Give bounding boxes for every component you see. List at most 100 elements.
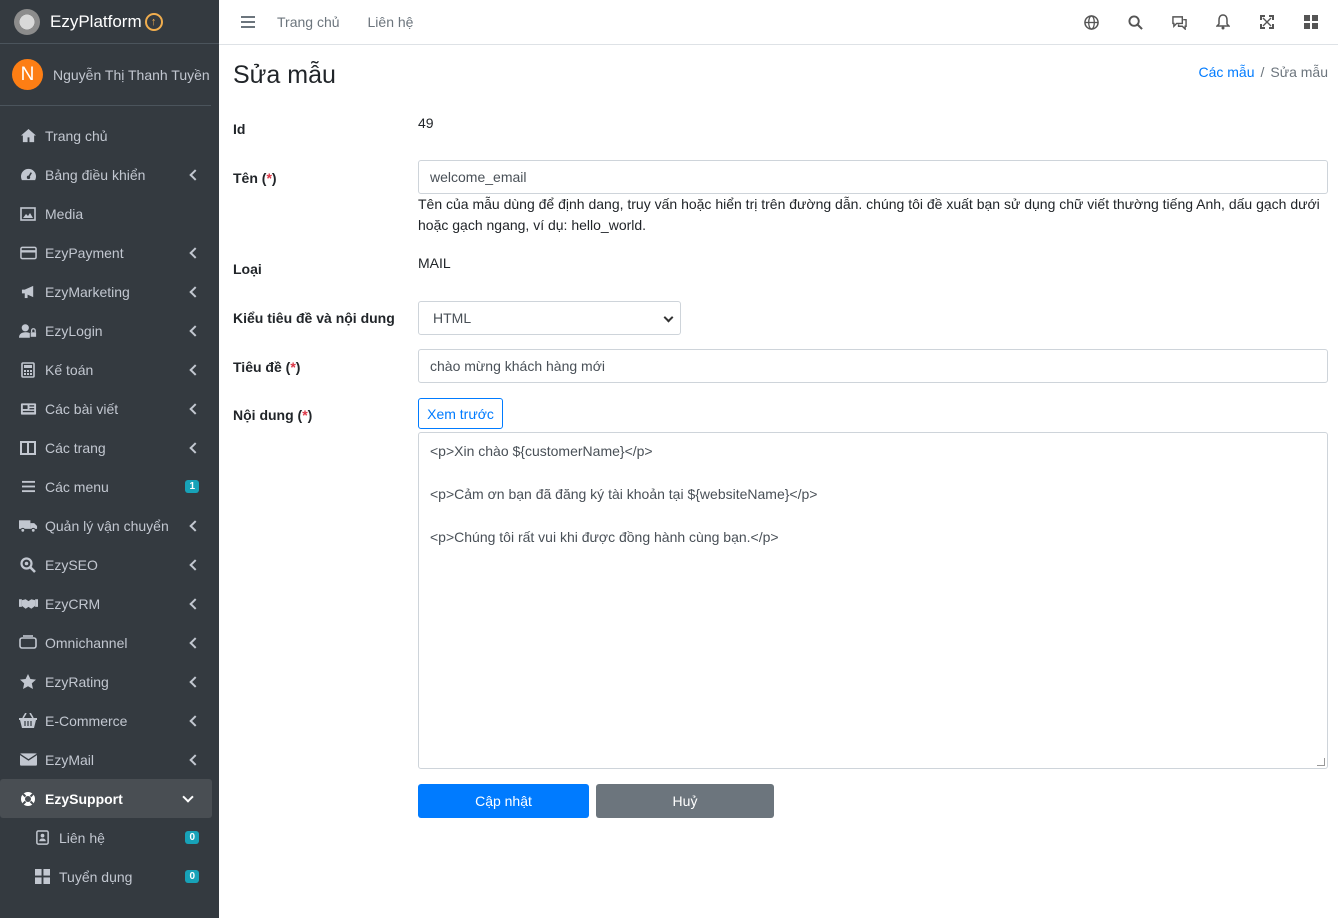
chevron-left-icon — [189, 675, 201, 688]
content-line: <p>Cảm ơn bạn đã đăng ký tài khoản tại $… — [430, 486, 818, 502]
sidebar-item-label: Tuyển dụng — [59, 868, 133, 885]
fullscreen-icon[interactable] — [1258, 13, 1276, 31]
chevron-left-icon — [189, 558, 201, 571]
avatar: N — [12, 59, 43, 90]
brand-logo-icon — [14, 8, 40, 35]
calculator-icon — [18, 361, 38, 379]
user-panel[interactable]: N Nguyễn Thị Thanh Tuyền — [0, 44, 211, 106]
star-icon — [18, 673, 38, 691]
chevron-down-icon — [182, 790, 194, 803]
preview-button[interactable]: Xem trước — [418, 398, 503, 429]
sidebar-item-label: Trang chủ — [45, 127, 108, 144]
sidebar-item-ezypayment[interactable]: EzyPayment — [0, 233, 219, 272]
sidebar-item-tuyen-dung[interactable]: Tuyển dụng 0 — [0, 857, 219, 896]
search-icon[interactable] — [1126, 13, 1144, 31]
sidebar-item-bang-dieu-khien[interactable]: Bảng điều khiển — [0, 155, 219, 194]
user-lock-icon — [18, 322, 38, 340]
format-label: Kiểu tiêu đề và nội dung — [233, 310, 395, 326]
handshake-icon — [18, 595, 38, 613]
count-badge: 1 — [185, 480, 199, 493]
sidebar-item-ezysupport[interactable]: EzySupport — [0, 779, 212, 818]
chevron-left-icon — [189, 714, 201, 727]
content-line: <p>Xin chào ${customerName}</p> — [430, 443, 653, 459]
type-value: MAIL — [418, 255, 451, 271]
menu-toggle-icon[interactable] — [241, 13, 255, 31]
sidebar-item-label: EzyLogin — [45, 322, 103, 339]
sidebar-item-ke-toan[interactable]: Kế toán — [0, 350, 219, 389]
chevron-down-icon — [663, 312, 674, 323]
content-line — [430, 506, 1316, 528]
bell-icon[interactable] — [1214, 13, 1232, 31]
sidebar-item-label: EzySupport — [45, 790, 123, 807]
truck-icon — [18, 517, 38, 535]
main-content: Sửa mẫu Các mẫu / Sửa mẫu Id 49 Tên (*) we… — [219, 45, 1338, 918]
sidebar-item-ezymail[interactable]: EzyMail — [0, 740, 219, 779]
top-link-home[interactable]: Trang chủ — [277, 14, 340, 30]
sidebar-item-label: Media — [45, 205, 84, 222]
sidebar: EzyPlatform ↑ N Nguyễn Thị Thanh Tuyền T… — [0, 0, 219, 918]
sidebar-item-cac-trang[interactable]: Các trang — [0, 428, 219, 467]
sidebar-item-cac-bai-viet[interactable]: Các bài viết — [0, 389, 219, 428]
sidebar-item-ezyrating[interactable]: EzyRating — [0, 662, 219, 701]
search-location-icon — [18, 556, 38, 574]
globe-icon[interactable] — [1082, 13, 1100, 31]
sidebar-item-e-commerce[interactable]: E-Commerce — [0, 701, 219, 740]
sidebar-item-media[interactable]: Media — [0, 194, 219, 233]
count-badge: 0 — [185, 831, 199, 844]
sidebar-item-label: EzyMail — [45, 751, 95, 768]
credit-card-icon — [18, 244, 38, 262]
sidebar-item-ezylogin[interactable]: EzyLogin — [0, 311, 219, 350]
dashboard-icon — [18, 166, 38, 184]
update-button[interactable]: Cập nhật — [418, 784, 589, 818]
subject-label: Tiêu đề (*) — [233, 359, 301, 375]
content-line — [430, 463, 1316, 485]
sidebar-item-ezyseo[interactable]: EzySEO — [0, 545, 219, 584]
sidebar-item-quan-ly-van-chuyen[interactable]: Quản lý vận chuyển — [0, 506, 219, 545]
chevron-left-icon — [189, 168, 201, 181]
sidebar-item-label: Các bài viết — [45, 400, 119, 417]
sidebar-item-label: EzyCRM — [45, 595, 101, 612]
format-select-value: HTML — [433, 310, 472, 326]
envelope-icon — [18, 751, 38, 769]
sidebar-item-ezymarketing[interactable]: EzyMarketing — [0, 272, 219, 311]
cancel-button[interactable]: Huỷ — [596, 784, 774, 818]
content-label: Nội dung (*) — [233, 407, 313, 423]
breadcrumb-link-templates[interactable]: Các mẫu — [1198, 64, 1254, 80]
chevron-left-icon — [189, 519, 201, 532]
id-value: 49 — [418, 115, 434, 131]
life-ring-icon — [18, 790, 38, 808]
bullhorn-icon — [18, 283, 38, 301]
sidebar-item-omnichannel[interactable]: Omnichannel — [0, 623, 219, 662]
subject-field[interactable]: chào mừng khách hàng mới — [418, 349, 1328, 383]
top-link-contact[interactable]: Liên hệ — [368, 14, 414, 30]
image-icon — [18, 205, 38, 223]
resize-handle-icon[interactable] — [1317, 758, 1325, 766]
content-textarea[interactable]: <p>Xin chào ${customerName}</p> <p>Cảm ơ… — [418, 432, 1328, 769]
chevron-left-icon — [189, 597, 201, 610]
format-select[interactable]: HTML — [418, 301, 681, 335]
name-field[interactable]: welcome_email — [418, 160, 1328, 194]
chevron-left-icon — [189, 246, 201, 259]
chat-icon[interactable] — [1170, 13, 1188, 31]
upgrade-icon[interactable]: ↑ — [144, 12, 163, 31]
chevron-left-icon — [189, 285, 201, 298]
sidebar-item-cac-menu[interactable]: Các menu 1 — [0, 467, 219, 506]
sidebar-item-ezycrm[interactable]: EzyCRM — [0, 584, 219, 623]
columns-icon — [18, 439, 38, 457]
user-name[interactable]: Nguyễn Thị Thanh Tuyền — [53, 67, 210, 83]
sidebar-item-label: EzyPayment — [45, 244, 124, 261]
brand[interactable]: EzyPlatform ↑ — [0, 0, 219, 44]
sidebar-item-label: Các trang — [45, 439, 106, 456]
sidebar-item-lien-he[interactable]: Liên hệ 0 — [0, 818, 219, 857]
sidebar-nav: Trang chủ Bảng điều khiển Media EzyPayment E… — [0, 116, 219, 896]
apps-grid-icon[interactable] — [1302, 13, 1320, 31]
content-line: <p>Chúng tôi rất vui khi được đồng hành … — [430, 529, 779, 545]
sidebar-item-label: EzyMarketing — [45, 283, 130, 300]
brand-name: EzyPlatform — [50, 11, 142, 31]
topbar: Trang chủ Liên hệ — [219, 0, 1338, 45]
chevron-left-icon — [189, 636, 201, 649]
newspaper-icon — [18, 400, 38, 418]
sidebar-item-trang-chu[interactable]: Trang chủ — [0, 116, 219, 155]
name-label: Tên (*) — [233, 170, 277, 186]
page-title: Sửa mẫu — [233, 61, 336, 89]
